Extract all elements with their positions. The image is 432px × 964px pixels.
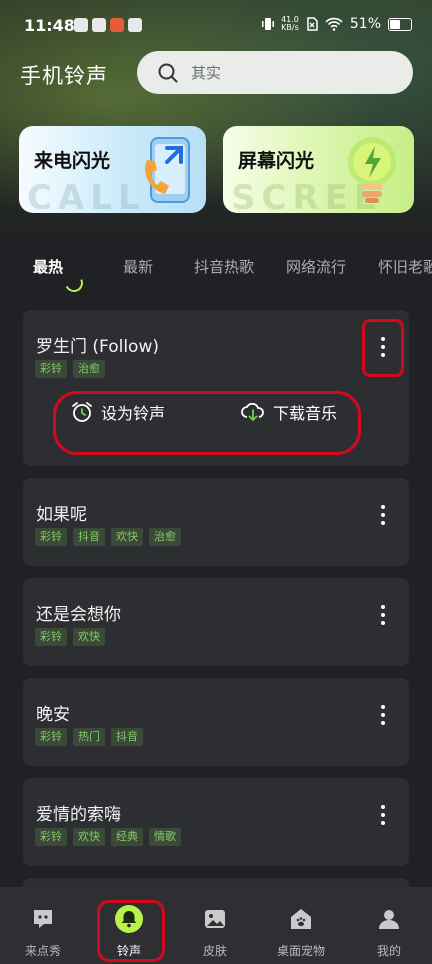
image-icon xyxy=(205,910,225,928)
mail-notification-icon xyxy=(128,18,142,32)
page-title: 手机铃声 xyxy=(20,64,108,88)
nav-label: 来点秀 xyxy=(24,944,61,958)
more-options-highlight xyxy=(362,319,404,377)
song-tag: 抖音 xyxy=(73,528,105,546)
song-tag: 欢快 xyxy=(73,628,105,646)
song-title: 罗生门 (Follow) xyxy=(36,337,159,357)
song-title: 如果呢 xyxy=(36,505,87,525)
song-tag: 彩铃 xyxy=(35,728,67,746)
ringtone-tab-highlight xyxy=(97,900,165,962)
song-card[interactable]: 还是会想你 彩铃 欢快 xyxy=(23,578,409,666)
battery-icon xyxy=(388,17,412,31)
song-tag: 彩铃 xyxy=(35,360,67,378)
tab-internet-popular[interactable]: 网络流行 xyxy=(286,256,346,277)
actions-highlight xyxy=(53,391,361,455)
song-tag: 欢快 xyxy=(73,828,105,846)
banner-watermark: CALL xyxy=(27,178,146,213)
user-icon xyxy=(379,910,399,929)
more-options-button[interactable] xyxy=(371,803,395,827)
search-bar[interactable]: 其实 xyxy=(137,51,413,94)
song-tags: 彩铃 热门 抖音 xyxy=(35,728,143,746)
tab-newest[interactable]: 最新 xyxy=(123,256,153,277)
bottom-navigation: 来点秀 铃声 皮肤 桌面宠物 我的 xyxy=(0,887,432,964)
song-tags: 彩铃 欢快 xyxy=(35,628,105,646)
nav-label: 我的 xyxy=(376,944,401,958)
tab-douyin-hits[interactable]: 抖音热歌 xyxy=(194,256,254,277)
song-card[interactable]: 如果呢 彩铃 抖音 欢快 治愈 xyxy=(23,478,409,566)
song-tag: 欢快 xyxy=(111,528,143,546)
app-notification-icon xyxy=(110,18,124,32)
song-title: 晚安 xyxy=(36,705,70,725)
song-tags: 彩铃 抖音 欢快 治愈 xyxy=(35,528,181,546)
vibrate-icon xyxy=(262,18,275,30)
lightbulb-icon xyxy=(348,137,396,203)
network-speed-unit: KB/s xyxy=(281,23,299,32)
wifi-icon xyxy=(325,17,343,31)
tab-hottest[interactable]: 最热 xyxy=(33,256,63,277)
song-tag: 经典 xyxy=(111,828,143,846)
screen-flash-banner[interactable]: SCREE 屏幕闪光 xyxy=(223,126,414,213)
nav-skin[interactable]: 皮肤 xyxy=(172,887,258,964)
no-sim-icon xyxy=(307,17,318,31)
search-placeholder: 其实 xyxy=(191,64,222,82)
nav-label: 桌面宠物 xyxy=(276,944,325,958)
song-tags: 彩铃 治愈 xyxy=(35,360,105,378)
nav-label: 皮肤 xyxy=(202,944,227,958)
nav-me[interactable]: 我的 xyxy=(346,887,432,964)
banner-label: 屏幕闪光 xyxy=(238,150,315,172)
song-tags: 彩铃 欢快 经典 情歌 xyxy=(35,828,181,846)
song-tag: 彩铃 xyxy=(35,828,67,846)
nav-show[interactable]: 来点秀 xyxy=(0,887,86,964)
notification-icons xyxy=(74,18,142,32)
song-tag: 彩铃 xyxy=(35,628,67,646)
banner-label: 来电闪光 xyxy=(34,150,111,172)
system-indicators: 41.0 KB/s 51% xyxy=(262,16,412,32)
call-flash-banner[interactable]: CALL 来电闪光 xyxy=(19,126,206,213)
status-time: 11:48 xyxy=(24,16,75,35)
song-tag: 抖音 xyxy=(111,728,143,746)
song-tag: 彩铃 xyxy=(35,528,67,546)
pet-house-icon xyxy=(291,909,311,929)
status-bar: 11:48 41.0 KB/s 51% xyxy=(0,0,432,50)
app-notification-icon xyxy=(74,18,88,32)
app-notification-icon xyxy=(92,18,106,32)
song-title: 爱情的索嗨 xyxy=(36,805,121,825)
more-options-button[interactable] xyxy=(371,703,395,727)
tab-nostalgic[interactable]: 怀旧老歌 xyxy=(378,256,432,277)
song-tag: 治愈 xyxy=(73,360,105,378)
song-title: 还是会想你 xyxy=(36,605,121,625)
battery-percent: 51% xyxy=(349,16,381,32)
song-card[interactable]: 晚安 彩铃 热门 抖音 xyxy=(23,678,409,766)
phone-call-icon xyxy=(145,137,190,203)
song-tag: 热门 xyxy=(73,728,105,746)
song-tag: 治愈 xyxy=(149,528,181,546)
more-options-button[interactable] xyxy=(371,503,395,527)
nav-desktop-pet[interactable]: 桌面宠物 xyxy=(258,887,344,964)
more-options-button[interactable] xyxy=(371,603,395,627)
song-tag: 情歌 xyxy=(149,828,181,846)
network-speed: 41.0 KB/s xyxy=(281,16,299,32)
song-card[interactable]: 爱情的索嗨 彩铃 欢快 经典 情歌 xyxy=(23,778,409,866)
chat-bubble-icon xyxy=(34,910,52,928)
search-icon xyxy=(158,63,178,82)
